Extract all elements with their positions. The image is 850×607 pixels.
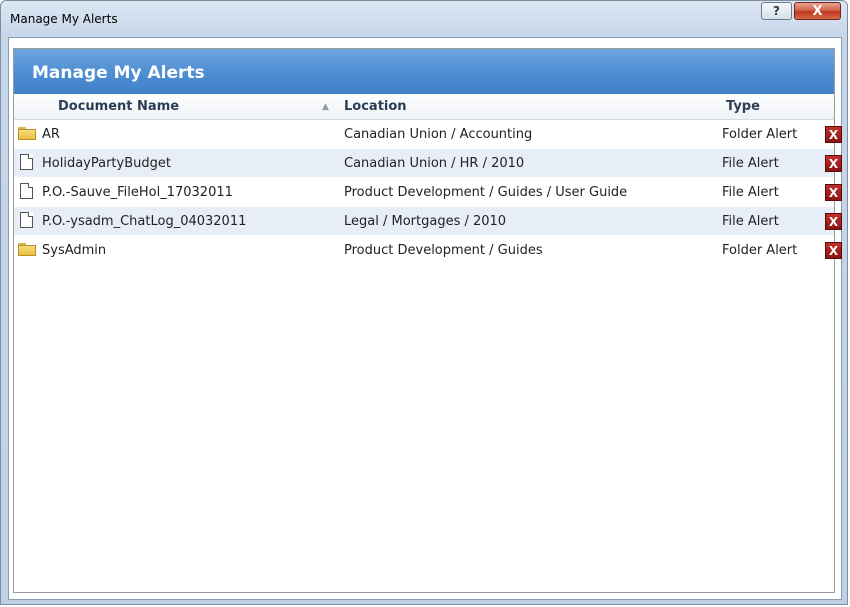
window-title: Manage My Alerts — [10, 12, 118, 26]
document-name-cell: P.O.-Sauve_FileHol_17032011 — [42, 185, 233, 200]
type-cell: File Alert — [722, 156, 779, 171]
alerts-list: AR Canadian Union / Accounting Folder Aler… — [14, 120, 842, 265]
delete-alert-button[interactable]: X — [825, 242, 842, 259]
location-cell: Canadian Union / Accounting — [344, 127, 533, 142]
location-cell: Canadian Union / HR / 2010 — [344, 156, 525, 171]
panel-header: Manage My Alerts — [14, 49, 834, 94]
table-row[interactable]: P.O.-ysadm_ChatLog_04032011 Legal / Mortg… — [14, 207, 842, 236]
file-icon — [18, 154, 33, 172]
document-name-cell: AR — [42, 127, 60, 142]
location-cell: Product Development / Guides / User Guid… — [344, 185, 628, 200]
column-header-document-name[interactable]: Document Name — [58, 99, 179, 114]
document-name-cell: SysAdmin — [42, 243, 107, 258]
document-name-cell: HolidayPartyBudget — [42, 156, 171, 171]
delete-alert-button[interactable]: X — [825, 184, 842, 201]
type-cell: Folder Alert — [722, 127, 798, 142]
column-header-row: Document Name ▲ Location Type — [14, 94, 834, 120]
type-cell: File Alert — [722, 185, 779, 200]
location-cell: Product Development / Guides — [344, 243, 543, 258]
location-cell: Legal / Mortgages / 2010 — [344, 214, 507, 229]
sort-ascending-icon[interactable]: ▲ — [322, 102, 329, 112]
table-row[interactable]: HolidayPartyBudget Canadian Union / HR / … — [14, 149, 842, 178]
title-bar[interactable]: Manage My Alerts ? X — [1, 1, 847, 39]
help-button[interactable]: ? — [761, 2, 792, 20]
file-icon — [18, 212, 33, 230]
type-cell: Folder Alert — [722, 243, 798, 258]
table-row[interactable]: SysAdmin Product Development / Guides Fold… — [14, 236, 842, 265]
alerts-panel: Manage My Alerts Document Name ▲ Locatio… — [13, 48, 842, 593]
table-row[interactable]: AR Canadian Union / Accounting Folder Aler… — [14, 120, 842, 149]
column-header-type[interactable]: Type — [726, 99, 760, 114]
folder-icon — [18, 243, 36, 256]
column-header-location[interactable]: Location — [344, 99, 407, 114]
file-icon — [18, 183, 33, 201]
table-row[interactable]: P.O.-Sauve_FileHol_17032011 Product Devel… — [14, 178, 842, 207]
close-button[interactable]: X — [794, 2, 841, 20]
folder-icon — [18, 127, 36, 140]
document-name-cell: P.O.-ysadm_ChatLog_04032011 — [42, 214, 247, 229]
delete-alert-button[interactable]: X — [825, 213, 842, 230]
type-cell: File Alert — [722, 214, 779, 229]
delete-alert-button[interactable]: X — [825, 155, 842, 172]
panel-title: Manage My Alerts — [32, 63, 205, 83]
delete-alert-button[interactable]: X — [825, 126, 842, 143]
